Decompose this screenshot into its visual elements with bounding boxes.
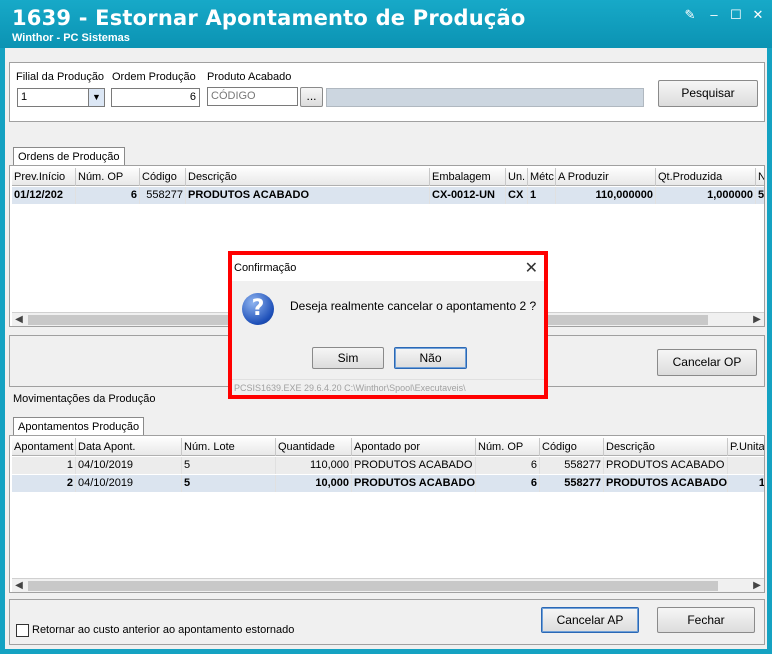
cell-codigo: 558277	[140, 187, 186, 204]
col-n[interactable]: N	[756, 168, 764, 186]
cell-codigo: 558277	[540, 457, 604, 474]
cell-descricao: PRODUTOS ACABADO	[604, 457, 728, 474]
cell-p-unitario: 1	[728, 475, 764, 492]
cell-p-unitario	[728, 457, 764, 474]
dialog-status-text: PCSIS1639.EXE 29.6.4.20 C:\Winthor\Spool…	[232, 379, 544, 395]
minimize-icon[interactable]: –	[706, 8, 722, 22]
col-num-op[interactable]: Núm. OP	[476, 438, 540, 456]
cell-num-op: 6	[476, 457, 540, 474]
retornar-custo-label: Retornar ao custo anterior ao apontament…	[32, 624, 295, 636]
col-qt-produzida[interactable]: Qt.Produzida	[656, 168, 756, 186]
col-codigo[interactable]: Código	[540, 438, 604, 456]
cell-descricao: PRODUTOS ACABADO	[604, 475, 728, 492]
cell-descricao: PRODUTOS ACABADO	[186, 187, 430, 204]
edit-icon[interactable]: ✎	[682, 8, 698, 22]
apontamentos-grid-header: Apontament Data Apont. Núm. Lote Quantid…	[12, 438, 764, 456]
col-un[interactable]: Un.	[506, 168, 528, 186]
scroll-left-icon[interactable]: ◀	[12, 579, 26, 593]
col-prev-inicio[interactable]: Prev.Início	[12, 168, 76, 186]
col-codigo[interactable]: Código	[140, 168, 186, 186]
close-icon[interactable]: ✕	[525, 258, 538, 278]
cell-a-produzir: 110,000000	[556, 187, 656, 204]
col-quantidade[interactable]: Quantidade	[276, 438, 352, 456]
close-icon[interactable]: ✕	[750, 8, 766, 22]
ordem-label: Ordem Produção	[112, 71, 196, 83]
cell-quantidade: 10,000	[276, 475, 352, 492]
scroll-left-icon[interactable]: ◀	[12, 313, 26, 327]
table-row[interactable]: 01/12/202 6 558277 PRODUTOS ACABADO CX-0…	[12, 187, 764, 204]
maximize-icon[interactable]: ☐	[728, 8, 744, 22]
cell-data-apont: 04/10/2019	[76, 475, 182, 492]
question-icon: ?	[242, 293, 274, 325]
footer-panel: Retornar ao custo anterior ao apontament…	[9, 599, 765, 645]
tab-ordens-producao[interactable]: Ordens de Produção	[13, 147, 125, 166]
col-a-produzir[interactable]: A Produzir	[556, 168, 656, 186]
filter-panel: Filial da Produção 1 ▼ Ordem Produção 6 …	[9, 62, 765, 122]
apontamentos-horizontal-scrollbar[interactable]: ◀ ▶	[12, 578, 764, 592]
cancelar-op-button[interactable]: Cancelar OP	[657, 349, 757, 376]
scroll-right-icon[interactable]: ▶	[750, 579, 764, 593]
apontamentos-grid-panel: Apontament Data Apont. Núm. Lote Quantid…	[9, 435, 765, 593]
cell-qt-produzida: 1,000000	[656, 187, 756, 204]
scroll-right-icon[interactable]: ▶	[750, 313, 764, 327]
col-embalagem[interactable]: Embalagem	[430, 168, 506, 186]
cell-codigo: 558277	[540, 475, 604, 492]
cancelar-ap-button[interactable]: Cancelar AP	[541, 607, 639, 633]
ordens-grid-header: Prev.Início Núm. OP Código Descrição Emb…	[12, 168, 764, 186]
cell-prev-inicio: 01/12/202	[12, 187, 76, 204]
scroll-thumb[interactable]	[28, 581, 718, 591]
filial-select[interactable]: 1 ▼	[17, 88, 105, 107]
cell-num-lote: 5	[182, 475, 276, 492]
cell-num-op: 6	[476, 475, 540, 492]
table-row[interactable]: 2 04/10/2019 5 10,000 PRODUTOS ACABADO 6…	[12, 475, 764, 492]
col-descricao[interactable]: Descrição	[186, 168, 430, 186]
movimentacoes-label: Movimentações da Produção	[13, 393, 156, 405]
sim-button[interactable]: Sim	[312, 347, 384, 369]
browse-button[interactable]: ...	[300, 87, 323, 107]
cell-n: 5	[756, 187, 764, 204]
cell-apontamento: 2	[12, 475, 76, 492]
retornar-custo-checkbox[interactable]	[16, 624, 29, 637]
produto-label: Produto Acabado	[207, 71, 292, 83]
chevron-down-icon[interactable]: ▼	[88, 89, 104, 106]
col-apontado-por[interactable]: Apontado por	[352, 438, 476, 456]
ordem-input[interactable]: 6	[111, 88, 200, 107]
window-subtitle: Winthor - PC Sistemas	[12, 32, 130, 44]
pesquisar-button[interactable]: Pesquisar	[658, 80, 758, 107]
tab-apontamentos-producao[interactable]: Apontamentos Produção	[13, 417, 145, 436]
cell-quantidade: 110,000	[276, 457, 352, 474]
fechar-button[interactable]: Fechar	[657, 607, 755, 633]
cell-embalagem: CX-0012-UN	[430, 187, 506, 204]
col-data-apont[interactable]: Data Apont.	[76, 438, 182, 456]
col-metc[interactable]: Métc	[528, 168, 556, 186]
cell-apontado-por: PRODUTOS ACABADO	[352, 475, 476, 492]
produto-description-field	[326, 88, 644, 107]
col-num-op[interactable]: Núm. OP	[76, 168, 140, 186]
col-num-lote[interactable]: Núm. Lote	[182, 438, 276, 456]
nao-button[interactable]: Não	[394, 347, 467, 369]
cell-apontado-por: PRODUTOS ACABADO	[352, 457, 476, 474]
col-descricao[interactable]: Descrição	[604, 438, 728, 456]
apontamentos-grid[interactable]: Apontament Data Apont. Núm. Lote Quantid…	[12, 438, 764, 578]
filial-label: Filial da Produção	[16, 71, 105, 83]
col-apontamento[interactable]: Apontament	[12, 438, 76, 456]
title-bar: 1639 - Estornar Apontamento de Produção …	[0, 0, 772, 48]
cell-apontamento: 1	[12, 457, 76, 474]
cell-num-lote: 5	[182, 457, 276, 474]
table-row[interactable]: 1 04/10/2019 5 110,000 PRODUTOS ACABADO …	[12, 457, 764, 474]
cell-un: CX	[506, 187, 528, 204]
dialog-message: Deseja realmente cancelar o apontamento …	[290, 299, 537, 313]
window-title: 1639 - Estornar Apontamento de Produção	[12, 6, 526, 30]
cell-data-apont: 04/10/2019	[76, 457, 182, 474]
col-p-unitario[interactable]: P.Unita	[728, 438, 764, 456]
cell-metc: 1	[528, 187, 556, 204]
confirmation-dialog: Confirmação ✕ ? Deseja realmente cancela…	[228, 251, 548, 399]
dialog-title: Confirmação	[234, 262, 297, 274]
cell-num-op: 6	[76, 187, 140, 204]
filial-value: 1	[21, 91, 28, 103]
dialog-title-bar: Confirmação ✕	[232, 255, 544, 281]
produto-code-input[interactable]: CÓDIGO	[207, 87, 298, 106]
